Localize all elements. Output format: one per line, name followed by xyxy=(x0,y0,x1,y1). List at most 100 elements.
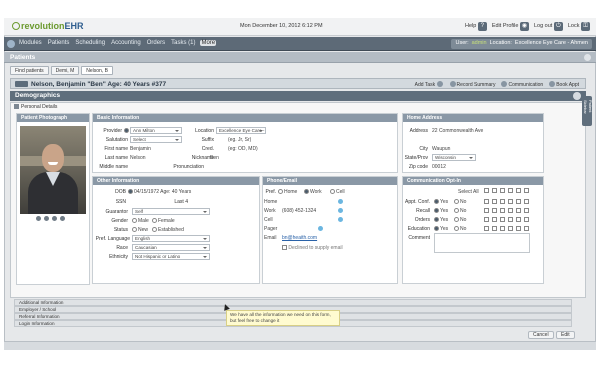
pref-work-option[interactable]: Work xyxy=(304,189,322,195)
status-established-radio[interactable] xyxy=(152,227,157,232)
dob-field[interactable]: 04/15/1972 Age: 40 Years xyxy=(134,189,191,195)
last-name-field[interactable]: Nelson xyxy=(130,155,146,161)
provider-select[interactable]: Ann Milton xyxy=(130,127,182,134)
recall-channel-checkbox[interactable] xyxy=(492,208,497,213)
print-channel-icon[interactable] xyxy=(524,188,529,193)
location-select[interactable]: Excellence Eye Care - H xyxy=(216,127,266,134)
book-appt-button[interactable]: Book Appt xyxy=(549,81,579,88)
upload-icon[interactable] xyxy=(44,216,49,221)
home-phone-icon[interactable] xyxy=(338,199,343,204)
nav-patients[interactable]: Patients xyxy=(47,40,71,46)
education-yes-option[interactable]: Yes xyxy=(434,226,448,232)
portal-channel-icon[interactable] xyxy=(516,188,521,193)
mail-channel-icon[interactable] xyxy=(508,188,513,193)
orders-channel-checkbox[interactable] xyxy=(524,217,529,222)
nav-accounting[interactable]: Accounting xyxy=(110,40,142,46)
home-icon[interactable] xyxy=(7,40,15,48)
refresh-icon[interactable] xyxy=(573,92,581,100)
recall-channel-checkbox[interactable] xyxy=(524,208,529,213)
nav-scheduling[interactable]: Scheduling xyxy=(74,40,106,46)
cancel-button[interactable]: Cancel xyxy=(528,331,554,339)
guarantor-select[interactable]: Self xyxy=(132,208,210,215)
communication-button[interactable]: Communication xyxy=(501,81,543,88)
gender-female-radio[interactable] xyxy=(152,218,157,223)
gear-icon[interactable] xyxy=(584,54,591,61)
orders-no-radio[interactable] xyxy=(454,217,459,222)
text-channel-icon[interactable] xyxy=(492,188,497,193)
status-established-option[interactable]: Established xyxy=(152,227,184,233)
cell-phone-icon[interactable] xyxy=(338,217,343,222)
declined-email-checkbox[interactable] xyxy=(282,245,287,250)
pager-icon[interactable] xyxy=(318,226,323,231)
appt-conf-yes-radio[interactable] xyxy=(434,199,439,204)
edit-button[interactable]: Edit xyxy=(556,331,575,339)
recall-channel-checkbox[interactable] xyxy=(516,208,521,213)
nav-modules[interactable]: Modules xyxy=(18,40,43,46)
orders-channel-checkbox[interactable] xyxy=(500,217,505,222)
first-name-field[interactable]: Benjamin xyxy=(130,146,151,152)
help-link[interactable]: Help ? xyxy=(465,22,487,31)
gender-male-radio[interactable] xyxy=(132,218,137,223)
gender-male-option[interactable]: Male xyxy=(132,218,149,224)
recall-no-option[interactable]: No xyxy=(454,208,466,214)
appt-conf-channel-checkbox[interactable] xyxy=(492,199,497,204)
language-select[interactable]: English xyxy=(132,235,210,242)
education-no-option[interactable]: No xyxy=(454,226,466,232)
pref-cell-option[interactable]: Cell xyxy=(330,189,345,195)
recall-channel-checkbox[interactable] xyxy=(508,208,513,213)
tab-demi[interactable]: Demi, M xyxy=(50,66,80,75)
appt-conf-channel-checkbox[interactable] xyxy=(524,199,529,204)
education-channel-checkbox[interactable] xyxy=(516,226,521,231)
recall-no-radio[interactable] xyxy=(454,208,459,213)
declined-email-option[interactable]: Declined to supply email xyxy=(282,245,343,251)
education-channel-checkbox[interactable] xyxy=(524,226,529,231)
suffix-field[interactable]: (eg. Jr, Sr) xyxy=(228,137,251,143)
education-no-radio[interactable] xyxy=(454,226,459,231)
orders-no-option[interactable]: No xyxy=(454,217,466,223)
pref-home-option[interactable]: Home xyxy=(278,189,297,195)
sidebar-toggle[interactable]: Patient Sidebar xyxy=(582,96,593,126)
appt-conf-no-option[interactable]: No xyxy=(454,199,466,205)
pref-work-radio[interactable] xyxy=(304,189,309,194)
appt-conf-no-radio[interactable] xyxy=(454,199,459,204)
edit-photo-icon[interactable] xyxy=(52,216,57,221)
comment-textarea[interactable] xyxy=(434,233,530,253)
address-field[interactable]: 22 Commonwealth Ave xyxy=(432,128,483,134)
email-channel-icon[interactable] xyxy=(500,188,505,193)
appt-conf-channel-checkbox[interactable] xyxy=(516,199,521,204)
pref-cell-radio[interactable] xyxy=(330,189,335,194)
nickname-field[interactable]: Ben xyxy=(210,155,219,161)
lock-link[interactable]: Lock ⚿ xyxy=(568,22,590,31)
recall-channel-checkbox[interactable] xyxy=(500,208,505,213)
patient-menu-icon[interactable] xyxy=(15,81,28,87)
record-summary-button[interactable]: Record Summary xyxy=(449,81,495,88)
work-phone-icon[interactable] xyxy=(338,208,343,213)
race-select[interactable]: Caucasian xyxy=(132,244,210,251)
work-phone-field[interactable]: (608) 452-1324 xyxy=(282,208,316,214)
salutation-select[interactable]: Select xyxy=(130,136,182,143)
appt-conf-channel-checkbox[interactable] xyxy=(484,199,489,204)
orders-channel-checkbox[interactable] xyxy=(492,217,497,222)
education-channel-checkbox[interactable] xyxy=(508,226,513,231)
appt-conf-yes-option[interactable]: Yes xyxy=(434,199,448,205)
gender-female-option[interactable]: Female xyxy=(152,218,175,224)
recall-yes-option[interactable]: Yes xyxy=(434,208,448,214)
status-new-radio[interactable] xyxy=(132,227,137,232)
edit-profile-link[interactable]: Edit Profile ◉ xyxy=(492,22,529,31)
nav-more[interactable]: More xyxy=(200,40,217,46)
appt-conf-channel-checkbox[interactable] xyxy=(508,199,513,204)
orders-channel-checkbox[interactable] xyxy=(484,217,489,222)
delete-photo-icon[interactable] xyxy=(60,216,65,221)
education-channel-checkbox[interactable] xyxy=(492,226,497,231)
nav-orders[interactable]: Orders xyxy=(146,40,166,46)
user-location-info[interactable]: User: admin Location: Excellence Eye Car… xyxy=(451,39,592,49)
pref-home-radio[interactable] xyxy=(278,189,283,194)
education-channel-checkbox[interactable] xyxy=(484,226,489,231)
status-new-option[interactable]: New xyxy=(132,227,148,233)
logout-link[interactable]: Log out ⏻ xyxy=(534,22,563,31)
nav-tasks[interactable]: Tasks (1) xyxy=(170,40,196,46)
orders-yes-option[interactable]: Yes xyxy=(434,217,448,223)
state-select[interactable]: Wisconsin xyxy=(432,154,476,161)
personal-details-header[interactable]: Personal Details xyxy=(14,104,84,112)
ethnicity-select[interactable]: Not Hispanic or Latino xyxy=(132,253,210,260)
